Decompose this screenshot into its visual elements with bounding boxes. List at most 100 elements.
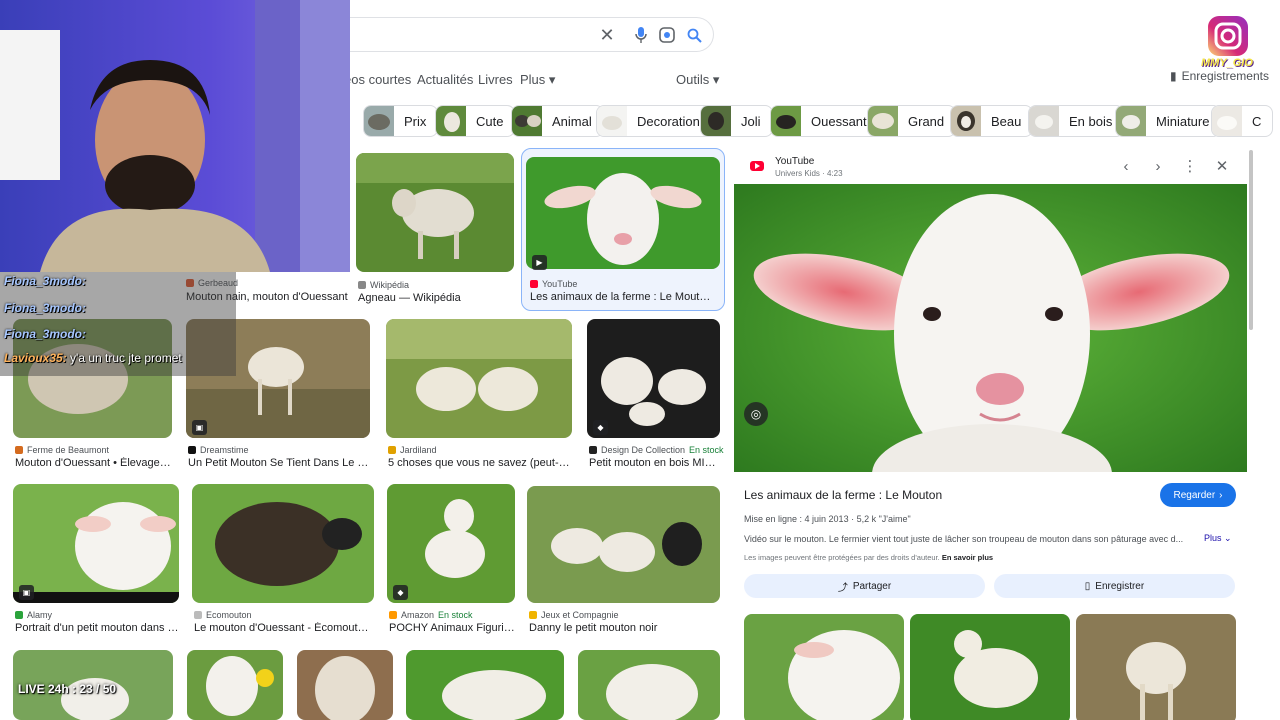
favicon xyxy=(15,446,23,454)
panel-scrollbar[interactable] xyxy=(1249,150,1253,330)
watch-label: Regarder xyxy=(1173,489,1216,501)
chip-grand[interactable]: Grand xyxy=(867,105,957,137)
preview-title[interactable]: Les animaux de la ferme : Le Mouton xyxy=(744,488,942,502)
favicon xyxy=(358,281,366,289)
result-title[interactable]: Portrait d'un petit mouton dans la f... xyxy=(15,622,179,634)
chip-thumbnail xyxy=(1212,106,1242,136)
youtube-icon xyxy=(750,161,764,171)
chip-thumbnail xyxy=(512,106,542,136)
chip-thumbnail xyxy=(771,106,801,136)
result-title[interactable]: Un Petit Mouton Se Tient Dans Le Pré I..… xyxy=(188,457,370,469)
result-card-selected[interactable]: ▶ YouTube Les animaux de la ferme : Le M… xyxy=(526,157,720,307)
result-title[interactable]: Petit mouton en bois MICR... xyxy=(589,457,720,469)
preview-date: Mise en ligne : 4 juin 2013 · 5,2 k "J'a… xyxy=(744,514,911,524)
favicon xyxy=(589,446,597,454)
result-card[interactable] xyxy=(578,650,720,720)
search-icon[interactable] xyxy=(685,26,703,44)
chat-text: y'a un truc jte promet xyxy=(70,351,182,365)
mic-icon[interactable] xyxy=(632,26,650,44)
search-box[interactable]: ✕ xyxy=(336,17,714,52)
result-image xyxy=(187,650,283,720)
result-title[interactable]: Agneau — Wikipédia xyxy=(358,292,514,304)
result-card[interactable] xyxy=(187,650,283,720)
result-title[interactable]: Les animaux de la ferme : Le Mouton - Yo… xyxy=(530,291,716,303)
result-title[interactable]: 5 choses que vous ne savez (peut-être) .… xyxy=(388,457,572,469)
chip-thumbnail xyxy=(701,106,731,136)
chevron-right-icon: › xyxy=(1219,489,1223,501)
result-card[interactable]: Jeux et Compagnie Danny le petit mouton … xyxy=(527,486,720,636)
preview-meta: Univers Kids · 4:23 xyxy=(775,169,843,178)
result-source: Jardiland xyxy=(388,445,437,455)
chip-more[interactable]: C xyxy=(1211,105,1274,137)
result-card[interactable]: Jardiland 5 choses que vous ne savez (pe… xyxy=(386,319,572,471)
result-card[interactable]: ◆ Design De Collection En stock Petit mou… xyxy=(587,319,724,471)
result-card[interactable]: ▣ Alamy Portrait d'un petit mouton dans … xyxy=(13,484,179,636)
video-play-icon: ▶ xyxy=(532,255,547,270)
tab-news[interactable]: Actualités xyxy=(417,72,473,87)
chip-miniature[interactable]: Miniature xyxy=(1115,105,1222,137)
result-card[interactable] xyxy=(297,650,393,720)
result-source: YouTube xyxy=(530,279,577,289)
chip-en-bois[interactable]: En bois xyxy=(1028,105,1125,137)
image-badge-icon: ▣ xyxy=(19,585,34,600)
chip-label: Decoration xyxy=(637,113,700,129)
source-name: Jeux et Compagnie xyxy=(541,610,619,620)
source-name: Amazon xyxy=(401,610,435,620)
related-image[interactable] xyxy=(910,614,1070,720)
related-image[interactable] xyxy=(744,614,904,720)
result-title[interactable]: Le mouton d'Ouessant - Écomouton | ... xyxy=(194,622,374,634)
watch-button[interactable]: Regarder › xyxy=(1160,483,1236,507)
chip-thumbnail xyxy=(1029,106,1059,136)
learn-more-link[interactable]: En savoir plus xyxy=(942,553,993,562)
chevron-left-icon[interactable]: ‹ xyxy=(1117,157,1135,175)
close-icon[interactable]: ✕ xyxy=(1213,157,1231,175)
chip-cute[interactable]: Cute xyxy=(435,105,516,137)
chip-decoration[interactable]: Decoration xyxy=(596,105,712,137)
favicon xyxy=(15,611,23,619)
preview-image[interactable] xyxy=(734,184,1247,472)
share-button[interactable]: ⤴ Partager xyxy=(744,574,985,598)
tab-short-videos[interactable]: éos courtes xyxy=(344,72,411,87)
result-title[interactable]: POCHY Animaux Figurine... xyxy=(389,622,515,634)
related-image[interactable] xyxy=(1076,614,1236,720)
lens-icon[interactable] xyxy=(658,26,676,44)
chip-ouessant[interactable]: Ouessant xyxy=(770,105,879,137)
result-title[interactable]: Mouton d'Ouessant • Élevage et ... xyxy=(15,457,172,469)
chip-joli[interactable]: Joli xyxy=(700,105,773,137)
saved-label: Enregistrements xyxy=(1181,69,1269,83)
tools-button[interactable]: Outils ▾ xyxy=(676,72,719,88)
result-card[interactable] xyxy=(406,650,564,720)
chip-thumbnail xyxy=(868,106,898,136)
result-card[interactable]: ◆ Amazon En stock POCHY Animaux Figurine.… xyxy=(387,484,515,636)
bookmark-icon: ▮ xyxy=(1170,69,1177,83)
tab-books[interactable]: Livres xyxy=(478,72,513,87)
source-name: Wikipédia xyxy=(370,280,410,290)
chip-prix[interactable]: Prix xyxy=(363,105,439,137)
preview-site[interactable]: YouTube xyxy=(775,156,814,167)
source-name: Dreamstime xyxy=(200,445,249,455)
source-name: YouTube xyxy=(542,279,578,289)
close-icon[interactable]: ✕ xyxy=(598,25,616,45)
source-name: Ferme de Beaumont xyxy=(27,445,110,455)
chat-nick: Fiona_3modo: xyxy=(4,327,87,341)
chip-beau[interactable]: Beau xyxy=(950,105,1034,137)
chip-animal[interactable]: Animal xyxy=(511,105,604,137)
chip-label: Grand xyxy=(908,113,945,129)
chip-thumbnail xyxy=(951,106,981,136)
lens-search-icon[interactable]: ◎ xyxy=(744,402,768,426)
stock-label: En stock xyxy=(438,610,473,620)
save-label: Enregistrer xyxy=(1095,580,1145,592)
chevron-right-icon[interactable]: › xyxy=(1149,157,1167,175)
save-button[interactable]: ▯ Enregistrer xyxy=(994,574,1235,598)
more-vert-icon[interactable]: ⋮ xyxy=(1181,157,1199,175)
chip-label: Miniature xyxy=(1156,113,1210,129)
result-title[interactable]: Danny le petit mouton noir xyxy=(529,622,720,634)
result-card[interactable]: Wikipédia Agneau — Wikipédia xyxy=(356,153,514,304)
result-image xyxy=(406,650,564,720)
favicon xyxy=(188,446,196,454)
saved-button[interactable]: ▮ Enregistrements xyxy=(1170,69,1269,83)
result-card[interactable]: Ecomouton Le mouton d'Ouessant - Écomout… xyxy=(192,484,374,636)
tab-more[interactable]: Plus ▾ xyxy=(520,72,555,88)
result-image xyxy=(192,484,374,603)
more-link[interactable]: Plus ⌄ xyxy=(1204,533,1232,544)
